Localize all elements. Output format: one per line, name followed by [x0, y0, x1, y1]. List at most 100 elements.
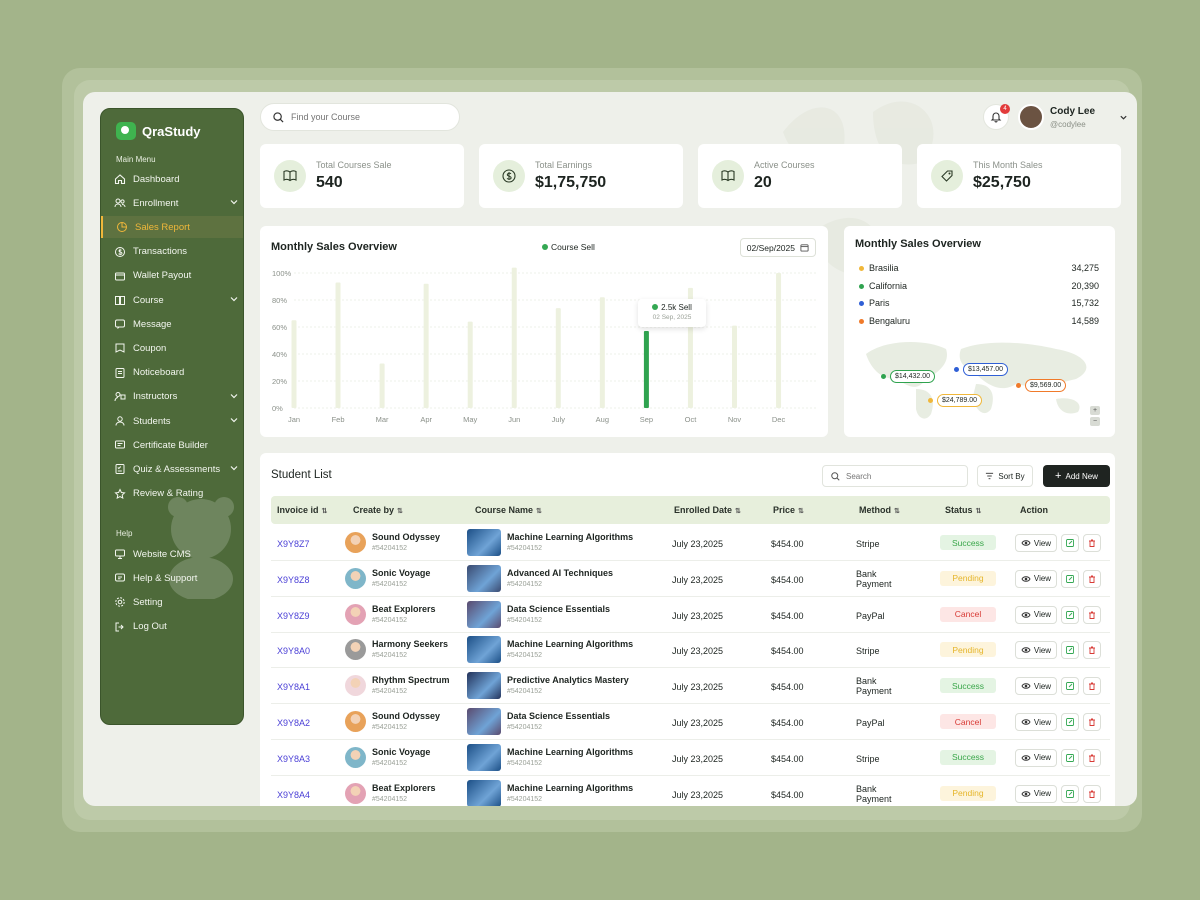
- bar-mar[interactable]: [379, 363, 385, 408]
- sidebar-item-course[interactable]: Course: [101, 289, 243, 311]
- view-button[interactable]: View: [1015, 534, 1057, 552]
- column-header-action[interactable]: Action: [1020, 505, 1048, 515]
- invoice-link[interactable]: X9Y8A3: [277, 754, 310, 764]
- sort-arrows-icon[interactable]: ⇅: [735, 508, 741, 515]
- edit-button[interactable]: [1061, 784, 1079, 803]
- sidebar-item-dashboard[interactable]: Dashboard: [101, 168, 243, 190]
- column-header-method[interactable]: Method ⇅: [859, 505, 900, 515]
- sort-arrows-icon[interactable]: ⇅: [322, 508, 328, 515]
- sidebar-item-noticeboard[interactable]: Noticeboard: [101, 362, 243, 384]
- x-tick-label: Oct: [685, 415, 698, 424]
- zoom-in-button[interactable]: +: [1090, 406, 1100, 415]
- map-pin-label[interactable]: $13,457.00: [963, 363, 1009, 376]
- sidebar-item-quiz-and-assessments[interactable]: Quiz & Assessments: [101, 458, 243, 480]
- sort-arrows-icon[interactable]: ⇅: [397, 508, 403, 515]
- app-logo[interactable]: QraStudy: [116, 122, 201, 140]
- invoice-link[interactable]: X9Y8A4: [277, 790, 310, 800]
- invoice-link[interactable]: X9Y8Z8: [277, 575, 310, 585]
- column-header-status[interactable]: Status ⇅: [945, 505, 981, 515]
- sidebar-item-certificate-builder[interactable]: Certificate Builder: [101, 434, 243, 456]
- invoice-link[interactable]: X9Y8A0: [277, 646, 310, 656]
- edit-button[interactable]: [1061, 534, 1079, 552]
- chevron-down-icon[interactable]: [229, 463, 239, 473]
- column-header-create-by[interactable]: Create by ⇅: [353, 505, 403, 515]
- column-header-invoice-id[interactable]: Invoice id ⇅: [277, 505, 327, 515]
- payment-method: PayPal: [856, 718, 885, 728]
- edit-button[interactable]: [1061, 641, 1079, 660]
- table-search[interactable]: [822, 465, 968, 487]
- sidebar-item-instructors[interactable]: Instructors: [101, 386, 243, 408]
- invoice-link[interactable]: X9Y8A2: [277, 718, 310, 728]
- invoice-link[interactable]: X9Y8Z9: [277, 611, 310, 621]
- bar-apr[interactable]: [423, 283, 429, 408]
- edit-button[interactable]: [1061, 605, 1079, 624]
- sidebar-item-message[interactable]: Message: [101, 313, 243, 335]
- sidebar-item-transactions[interactable]: Transactions: [101, 241, 243, 263]
- delete-button[interactable]: [1083, 748, 1101, 767]
- edit-button[interactable]: [1061, 677, 1079, 696]
- chevron-down-icon[interactable]: [229, 415, 239, 425]
- chevron-down-icon[interactable]: [229, 197, 239, 207]
- delete-button[interactable]: [1083, 677, 1101, 696]
- map-pin-label[interactable]: $14,432.00: [890, 370, 936, 383]
- view-button[interactable]: View: [1015, 748, 1057, 767]
- delete-button[interactable]: [1083, 569, 1101, 588]
- column-header-course-name[interactable]: Course Name ⇅: [475, 505, 542, 515]
- add-new-button[interactable]: + Add New: [1043, 465, 1110, 487]
- chevron-down-icon[interactable]: [229, 294, 239, 304]
- notification-button[interactable]: 4: [983, 104, 1010, 130]
- bar-may[interactable]: [467, 321, 473, 408]
- sort-arrows-icon[interactable]: ⇅: [894, 508, 900, 515]
- view-button[interactable]: View: [1015, 605, 1057, 624]
- delete-button[interactable]: [1083, 713, 1101, 731]
- course-search[interactable]: [260, 103, 460, 131]
- bar-july[interactable]: [555, 308, 561, 408]
- chevron-down-icon[interactable]: [1119, 113, 1128, 122]
- sidebar-item-enrollment[interactable]: Enrollment: [101, 192, 243, 214]
- sort-by-button[interactable]: Sort By: [977, 465, 1033, 487]
- zoom-out-button[interactable]: −: [1090, 417, 1100, 426]
- user-menu[interactable]: Cody Lee @codylee: [1018, 104, 1128, 130]
- column-header-label: Course Name: [475, 505, 534, 515]
- view-button[interactable]: View: [1015, 641, 1057, 660]
- sort-arrows-icon[interactable]: ⇅: [976, 508, 982, 515]
- sidebar-item-wallet-payout[interactable]: Wallet Payout: [101, 265, 243, 287]
- edit-button[interactable]: [1061, 713, 1079, 731]
- delete-button[interactable]: [1083, 534, 1101, 552]
- edit-button[interactable]: [1061, 748, 1079, 767]
- bar-jun[interactable]: [511, 267, 517, 408]
- bar-sep[interactable]: [643, 331, 649, 408]
- sidebar-item-log-out[interactable]: Log Out: [101, 616, 243, 638]
- view-button[interactable]: View: [1015, 677, 1057, 696]
- delete-button[interactable]: [1083, 784, 1101, 803]
- map-pin-label[interactable]: $24,789.00: [937, 394, 983, 407]
- delete-button[interactable]: [1083, 641, 1101, 660]
- table-search-input[interactable]: [846, 471, 956, 481]
- table-row: X9Y8Z7 Sound Odyssey #54204152 Machine Lear…: [271, 525, 1110, 561]
- bar-jan[interactable]: [291, 320, 297, 408]
- certificate-icon: [115, 440, 125, 449]
- view-button[interactable]: View: [1015, 784, 1057, 803]
- sort-arrows-icon[interactable]: ⇅: [536, 508, 542, 515]
- edit-button[interactable]: [1061, 569, 1079, 588]
- sort-arrows-icon[interactable]: ⇅: [798, 508, 804, 515]
- bar-aug[interactable]: [599, 297, 605, 408]
- bar-dec[interactable]: [776, 273, 782, 408]
- creator-id: #54204152: [372, 759, 408, 767]
- course-search-input[interactable]: [291, 112, 441, 122]
- bar-nov[interactable]: [732, 325, 738, 408]
- delete-button[interactable]: [1083, 605, 1101, 624]
- bar-feb[interactable]: [335, 282, 341, 408]
- invoice-link[interactable]: X9Y8Z7: [277, 539, 310, 549]
- status-badge: Cancel: [940, 606, 996, 622]
- sidebar-item-sales-report[interactable]: Sales Report: [101, 216, 243, 239]
- chevron-down-icon[interactable]: [229, 391, 239, 401]
- sidebar-item-coupon[interactable]: Coupon: [101, 337, 243, 359]
- map-pin-label[interactable]: $9,569.00: [1025, 379, 1067, 392]
- sidebar-item-students[interactable]: Students: [101, 410, 243, 432]
- view-button[interactable]: View: [1015, 713, 1057, 731]
- column-header-price[interactable]: Price ⇅: [773, 505, 804, 515]
- invoice-link[interactable]: X9Y8A1: [277, 682, 310, 692]
- column-header-enrolled-date[interactable]: Enrolled Date ⇅: [674, 505, 741, 515]
- view-button[interactable]: View: [1015, 569, 1057, 588]
